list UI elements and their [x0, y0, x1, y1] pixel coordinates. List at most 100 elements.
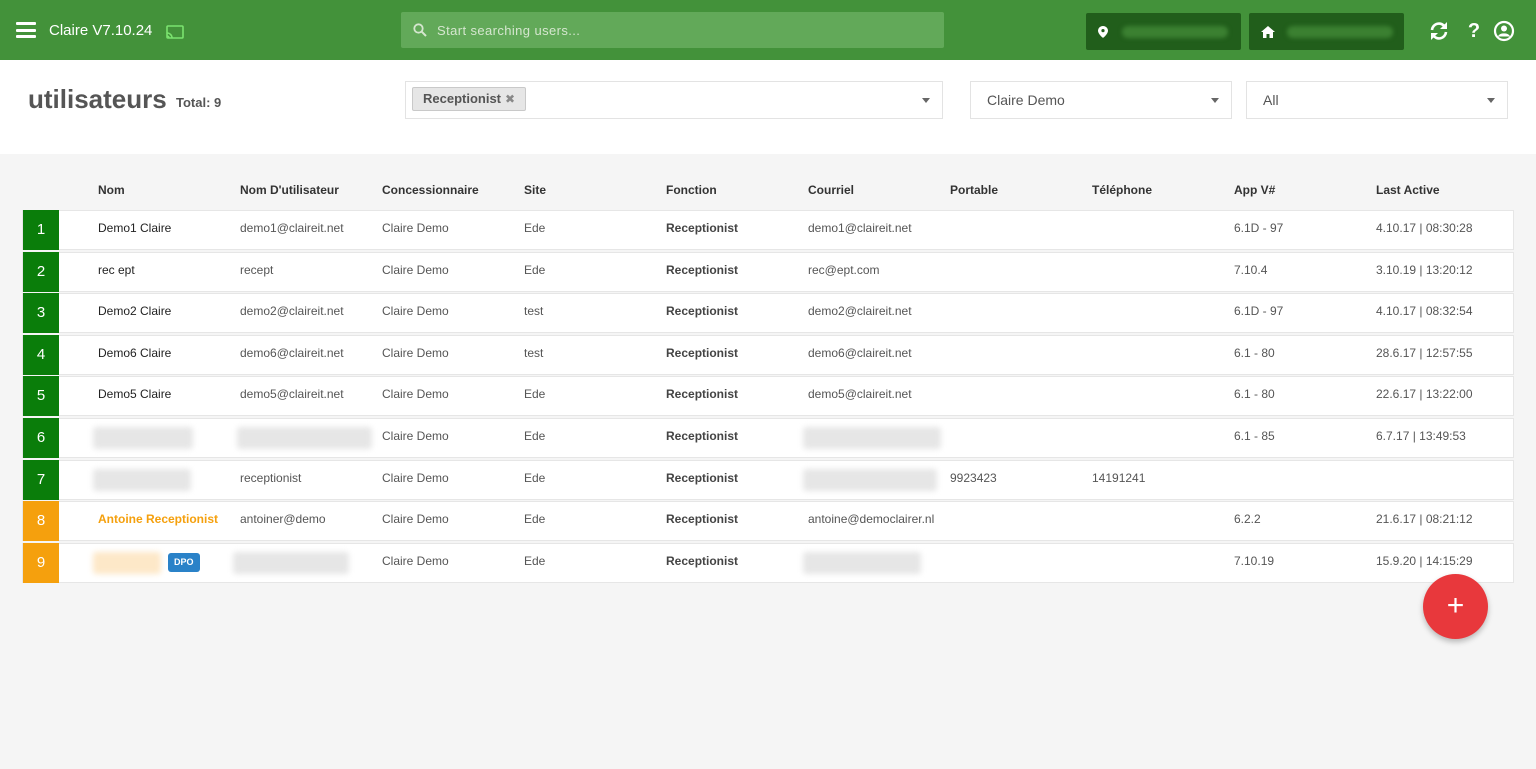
cell-email: rec@ept.com	[808, 262, 880, 277]
cell-dealer: Claire Demo	[382, 345, 449, 360]
cell-last-active: 3.10.19 | 13:20:12	[1376, 262, 1473, 277]
cell-phone: 14191241	[1092, 470, 1146, 485]
redacted-username	[233, 551, 349, 574]
table-row[interactable]: 7 receptionist Claire Demo Ede Receptionist 9…	[22, 459, 1514, 500]
refresh-icon[interactable]	[1428, 20, 1450, 42]
cell-function: Receptionist	[666, 512, 739, 527]
col-dealer[interactable]: Concessionnaire	[382, 183, 479, 197]
cell-function: Receptionist	[666, 345, 739, 360]
page-header: utilisateurs Total: 9 Receptionist ✖ Clai…	[0, 60, 1536, 154]
row-number-badge: 2	[23, 251, 59, 292]
cell-dealer: Claire Demo	[382, 512, 449, 527]
table-row[interactable]: 1 Demo1 Claire demo1@claireit.net Claire De…	[22, 210, 1514, 250]
redacted-email	[803, 551, 921, 574]
menu-icon[interactable]	[16, 22, 36, 38]
function-filter-select[interactable]: Receptionist ✖	[405, 81, 943, 119]
cell-app: 7.10.4	[1234, 262, 1268, 277]
col-function[interactable]: Fonction	[666, 183, 717, 197]
table-row[interactable]: 9 Claire Demo Ede Receptionist 7.10.19 15.9.2…	[22, 542, 1514, 583]
search-icon	[413, 23, 427, 37]
total-count: Total: 9	[176, 95, 222, 110]
cell-function: Receptionist	[666, 387, 739, 402]
col-username[interactable]: Nom D'utilisateur	[240, 183, 339, 197]
row-number-badge: 3	[23, 293, 59, 334]
cell-dealer: Claire Demo	[382, 262, 449, 277]
row-number-badge: 7	[23, 459, 59, 500]
remove-tag-icon[interactable]: ✖	[505, 92, 515, 106]
col-last-active[interactable]: Last Active	[1376, 183, 1440, 197]
cell-username: demo5@claireit.net	[240, 387, 344, 402]
table-row[interactable]: 3 Demo2 Claire demo2@claireit.net Claire De…	[22, 293, 1514, 334]
cast-icon[interactable]	[166, 25, 184, 39]
cell-last-active: 6.7.17 | 13:49:53	[1376, 429, 1466, 443]
cell-username: receptionist	[240, 470, 302, 485]
cell-dealer: Claire Demo	[382, 387, 449, 402]
cell-site: Ede	[524, 512, 546, 527]
col-email[interactable]: Courriel	[808, 183, 854, 197]
redacted-email	[803, 427, 941, 449]
cell-app: 6.1 - 80	[1234, 387, 1275, 402]
cell-function: Receptionist	[666, 429, 739, 443]
cell-app: 6.1D - 97	[1234, 304, 1284, 319]
cell-function: Receptionist	[666, 553, 739, 568]
page-title: utilisateurs	[28, 84, 167, 114]
filter-tag: Receptionist ✖	[412, 87, 527, 111]
dealer-selector[interactable]	[1249, 13, 1404, 50]
redacted-email	[803, 468, 937, 491]
location-selector[interactable]	[1086, 13, 1241, 50]
redacted-dealer	[1287, 26, 1393, 38]
status-filter-select[interactable]: All	[1246, 81, 1508, 119]
table-row[interactable]: 2 rec ept recept Claire Demo Ede Receptionist…	[22, 251, 1514, 292]
search-input[interactable]	[437, 12, 927, 48]
help-icon[interactable]: ?	[1463, 20, 1485, 42]
col-mobile[interactable]: Portable	[950, 183, 998, 197]
col-site[interactable]: Site	[524, 183, 546, 197]
cell-site: Ede	[524, 470, 546, 485]
table-row[interactable]: 8 Antoine Receptionist antoiner@demo Claire…	[22, 501, 1514, 542]
cell-name: Demo2 Claire	[98, 304, 172, 319]
table-row[interactable]: 4 Demo6 Claire demo6@claireit.net Claire De…	[22, 334, 1514, 375]
cell-email: demo5@claireit.net	[808, 387, 912, 402]
dealer-filter-value: Claire Demo	[987, 92, 1065, 108]
cell-last-active: 4.10.17 | 08:30:28	[1376, 221, 1473, 235]
row-number-badge: 6	[23, 418, 59, 458]
dpo-badge: DPO	[168, 552, 200, 572]
cell-name: Antoine Receptionist	[98, 512, 219, 527]
cell-dealer: Claire Demo	[382, 221, 449, 235]
row-number-badge: 4	[23, 334, 59, 375]
redacted-location	[1122, 26, 1228, 38]
cell-dealer: Claire Demo	[382, 470, 449, 485]
cell-site: Ede	[524, 387, 546, 402]
redacted-name	[93, 551, 161, 574]
table-row[interactable]: 5 Demo5 Claire demo5@claireit.net Claire De…	[22, 376, 1514, 417]
chevron-down-icon	[1487, 98, 1495, 103]
chevron-down-icon	[922, 98, 930, 103]
row-number-badge: 5	[23, 376, 59, 417]
app-title: Claire V7.10.24	[49, 22, 153, 39]
col-app-version[interactable]: App V#	[1234, 183, 1275, 197]
cell-site: Ede	[524, 262, 546, 277]
cell-name: Demo5 Claire	[98, 387, 172, 402]
redacted-name	[93, 427, 193, 449]
user-icon[interactable]	[1493, 20, 1515, 42]
add-user-button[interactable]: +	[1423, 574, 1488, 639]
map-pin-icon	[1098, 26, 1108, 38]
cell-last-active: 28.6.17 | 12:57:55	[1376, 345, 1473, 360]
dealer-filter-select[interactable]: Claire Demo	[970, 81, 1232, 119]
cell-last-active: 4.10.17 | 08:32:54	[1376, 304, 1473, 319]
redacted-username	[237, 427, 372, 449]
cell-last-active: 22.6.17 | 13:22:00	[1376, 387, 1473, 402]
cell-dealer: Claire Demo	[382, 553, 449, 568]
cell-email: demo6@claireit.net	[808, 345, 912, 360]
search-box[interactable]	[401, 12, 944, 48]
cell-app: 6.1 - 80	[1234, 345, 1275, 360]
table-header: Nom Nom D'utilisateur Concessionnaire Si…	[22, 173, 1514, 209]
col-phone[interactable]: Téléphone	[1092, 183, 1152, 197]
filter-tag-label: Receptionist	[423, 91, 502, 106]
cell-name: rec ept	[98, 262, 135, 277]
table-row[interactable]: 6 Claire Demo Ede Receptionist 6.1 - 85 6.7.1…	[22, 418, 1514, 458]
cell-username: demo6@claireit.net	[240, 345, 344, 360]
cell-email: antoine@democlairer.nl	[808, 512, 935, 527]
col-nom[interactable]: Nom	[98, 183, 125, 197]
cell-function: Receptionist	[666, 470, 739, 485]
